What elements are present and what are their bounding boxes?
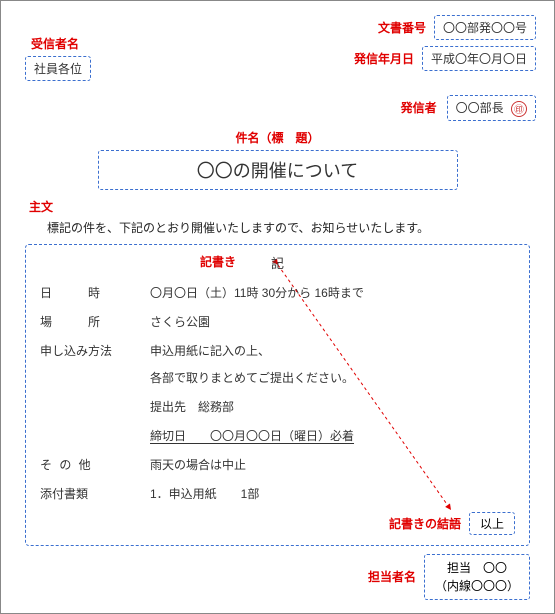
recipient-field[interactable]: 社員各位 [25,56,91,81]
subject-label: 件名（標 題） [19,129,536,146]
main-text: 標記の件を、下記のとおり開催いたしますので、お知らせいたします。 [47,219,526,236]
ki-heading: 記 [271,256,284,271]
document-template: 文書番号 〇〇部発〇〇号 発信年月日 平成〇年〇月〇日 受信者名 社員各位 発信… [0,0,555,614]
doc-number-field[interactable]: 〇〇部発〇〇号 [434,15,536,40]
apply-value: 申込用紙に記入の上、 各部で取りまとめてご提出ください。 提出先 総務部 締切日… [150,342,515,444]
sender-text: 〇〇部長 [456,101,504,115]
apply-sub1: 提出先 総務部 [150,398,515,415]
other-label: そ の 他 [40,456,150,473]
main-label: 主文 [29,198,536,215]
person-line1: 担当 〇〇 [447,561,507,575]
doc-number-label: 文書番号 [378,19,426,36]
closing-label: 記書きの結語 [389,515,461,532]
datetime-label: 日 時 [40,284,150,301]
person-label: 担当者名 [368,568,416,585]
doc-number-row: 文書番号 〇〇部発〇〇号 [354,15,536,40]
seal-icon: ㊞ [511,101,527,117]
apply-line1: 申込用紙に記入の上、 [150,342,515,359]
ki-label: 記書き [200,253,236,270]
sender-field[interactable]: 〇〇部長 ㊞ [447,95,536,121]
datetime-value: 〇月〇日（土）11時 30分から 16時まで [150,284,515,301]
place-value: さくら公園 [150,313,515,330]
place-label: 場 所 [40,313,150,330]
apply-line2: 各部で取りまとめてご提出ください。 [150,369,515,386]
subject-field[interactable]: 〇〇の開催について [98,150,458,190]
sender-label: 発信者 [401,99,437,116]
ki-section: 記書き 記 日 時 〇月〇日（土）11時 30分から 16時まで 場 所 さくら… [25,244,530,546]
apply-label: 申し込み方法 [40,342,150,444]
send-date-field[interactable]: 平成〇年〇月〇日 [422,46,536,71]
apply-sub2: 締切日 〇〇月〇〇日（曜日）必着 [150,427,515,444]
details-table: 日 時 〇月〇日（土）11時 30分から 16時まで 場 所 さくら公園 申し込… [40,284,515,502]
person-line2: （内線〇〇〇） [435,579,519,593]
send-date-label: 発信年月日 [354,50,414,67]
attach-label: 添付書類 [40,485,150,502]
attach-value: 1．申込用紙 1部 [150,485,515,502]
other-value: 雨天の場合は中止 [150,456,515,473]
closing-field[interactable]: 以上 [469,512,515,535]
send-date-row: 発信年月日 平成〇年〇月〇日 [354,46,536,71]
person-field[interactable]: 担当 〇〇 （内線〇〇〇） [424,554,530,600]
